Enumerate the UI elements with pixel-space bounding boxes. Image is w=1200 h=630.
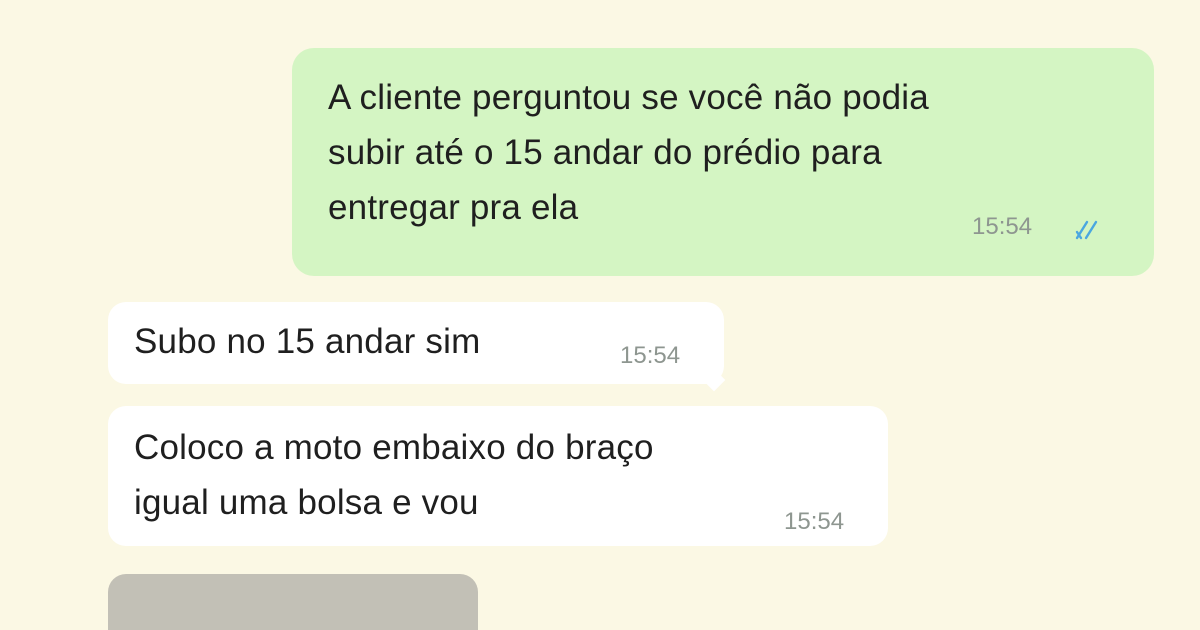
- message-timestamp: 15:54: [784, 508, 845, 535]
- outgoing-message-bubble[interactable]: A cliente perguntou se você não podia su…: [292, 48, 1154, 276]
- message-text: Subo no 15 andar sim: [134, 322, 481, 361]
- message-timestamp: 15:54: [972, 213, 1033, 240]
- incoming-message-bubble[interactable]: Coloco a moto embaixo do braço igual uma…: [108, 406, 888, 546]
- message-timestamp: 15:54: [620, 342, 681, 369]
- message-text: A cliente perguntou se você não podia su…: [328, 78, 929, 227]
- image-thumbnail[interactable]: [108, 574, 478, 630]
- message-text: Coloco a moto embaixo do braço igual uma…: [134, 428, 654, 522]
- double-check-read-icon: [1075, 220, 1098, 240]
- incoming-message-bubble[interactable]: Subo no 15 andar sim 15:54: [108, 302, 724, 384]
- chat-conversation: A cliente perguntou se você não podia su…: [0, 0, 1200, 630]
